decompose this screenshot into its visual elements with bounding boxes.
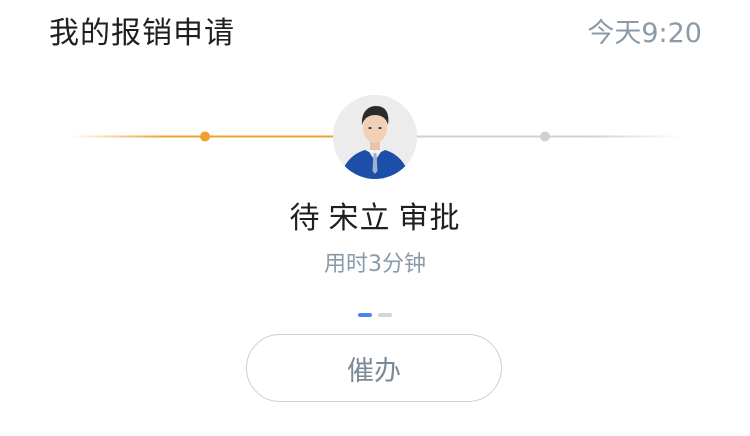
approval-card: 我的报销申请 今天9:20 待 宋立 审批 用时3分钟 催办 [0,0,750,436]
step-done-dot [200,131,210,142]
approver-name: 宋立 [328,201,391,236]
elapsed-time: 用时3分钟 [324,252,426,277]
status-prefix: 待 [289,201,321,236]
urge-button[interactable]: 催办 [246,334,502,402]
page-indicator [358,313,392,317]
status-suffix: 审批 [398,201,461,236]
approver-avatar[interactable] [333,95,417,179]
page-dot-2[interactable] [378,313,392,317]
approval-status: 待宋立 审批 [0,198,750,240]
page-dot-1[interactable] [358,313,372,317]
step-pending-dot [540,131,550,142]
person-icon [333,95,417,179]
